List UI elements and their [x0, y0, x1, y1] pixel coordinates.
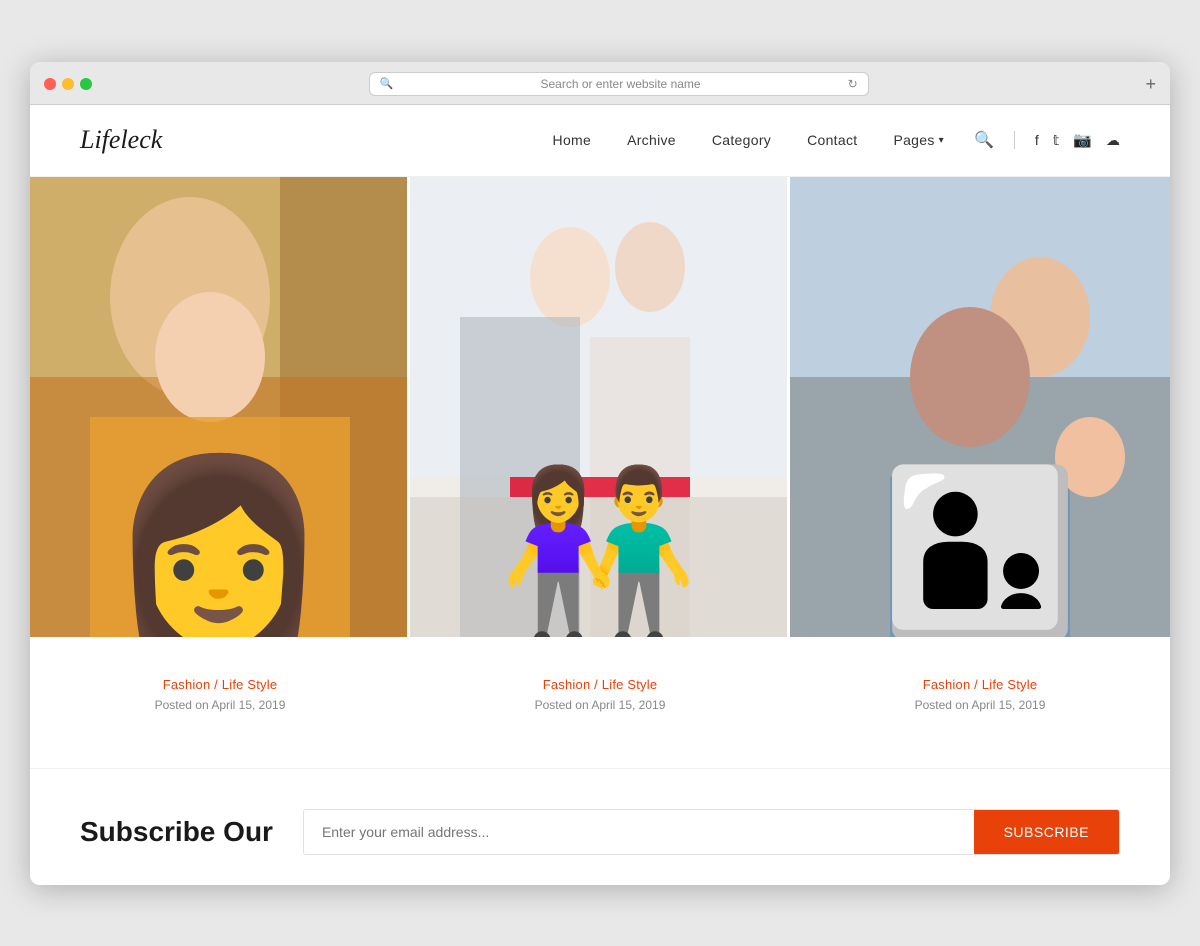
close-button[interactable] [44, 78, 56, 90]
subscribe-email-input[interactable] [304, 810, 974, 854]
chevron-down-icon: ▾ [939, 135, 944, 146]
post-meta-3: Fashion / Life Style Posted on April 15,… [790, 661, 1170, 728]
post-2-category[interactable]: Fashion / Life Style [440, 677, 760, 692]
image-col-2[interactable] [410, 177, 790, 637]
post-image-1 [30, 177, 407, 637]
address-bar[interactable]: 🔍 Search or enter website name ↻ [369, 72, 869, 96]
maximize-button[interactable] [80, 78, 92, 90]
site-logo[interactable]: Lifeleck [80, 125, 162, 155]
nav-pages[interactable]: Pages ▾ [893, 132, 944, 148]
post-meta-2: Fashion / Life Style Posted on April 15,… [410, 661, 790, 728]
facebook-icon[interactable]: f [1035, 132, 1039, 148]
nav-archive[interactable]: Archive [627, 132, 676, 148]
post-1-date: Posted on April 15, 2019 [60, 698, 380, 712]
address-bar-text: Search or enter website name [399, 77, 841, 91]
navigation: Lifeleck Home Archive Category Contact P… [30, 105, 1170, 177]
refresh-icon[interactable]: ↻ [848, 77, 858, 91]
search-icon: 🔍 [380, 77, 394, 90]
minimize-button[interactable] [62, 78, 74, 90]
browser-chrome: 🔍 Search or enter website name ↻ + [30, 62, 1170, 105]
subscribe-form: SUBSCRIBE [303, 809, 1120, 855]
posts-row: Fashion / Life Style Posted on April 15,… [30, 637, 1170, 768]
post-2-date: Posted on April 15, 2019 [440, 698, 760, 712]
search-nav-icon[interactable]: 🔍 [974, 130, 994, 150]
new-tab-button[interactable]: + [1145, 75, 1156, 93]
post-3-category[interactable]: Fashion / Life Style [820, 677, 1140, 692]
instagram-icon[interactable]: 📷 [1073, 131, 1092, 149]
post-1-category[interactable]: Fashion / Life Style [60, 677, 380, 692]
post-meta-1: Fashion / Life Style Posted on April 15,… [30, 661, 410, 728]
post-image-3 [790, 177, 1170, 637]
subscribe-section: Subscribe Our SUBSCRIBE [30, 768, 1170, 885]
nav-home[interactable]: Home [553, 132, 592, 148]
nav-contact[interactable]: Contact [807, 132, 857, 148]
nav-icons: 🔍 f 𝕥 📷 ☁ [974, 130, 1120, 150]
twitter-icon[interactable]: 𝕥 [1053, 132, 1060, 149]
post-3-date: Posted on April 15, 2019 [820, 698, 1140, 712]
image-col-1[interactable] [30, 177, 410, 637]
subscribe-button[interactable]: SUBSCRIBE [974, 810, 1119, 854]
nav-divider [1014, 131, 1015, 149]
skype-icon[interactable]: ☁ [1106, 132, 1120, 149]
nav-links: Home Archive Category Contact Pages ▾ [553, 132, 944, 148]
post-image-2 [410, 177, 787, 637]
traffic-lights [44, 78, 92, 90]
subscribe-title: Subscribe Our [80, 816, 273, 848]
nav-category[interactable]: Category [712, 132, 771, 148]
website-content: Lifeleck Home Archive Category Contact P… [30, 105, 1170, 885]
browser-window: 🔍 Search or enter website name ↻ + Lifel… [30, 62, 1170, 885]
image-col-3[interactable] [790, 177, 1170, 637]
image-grid [30, 177, 1170, 637]
